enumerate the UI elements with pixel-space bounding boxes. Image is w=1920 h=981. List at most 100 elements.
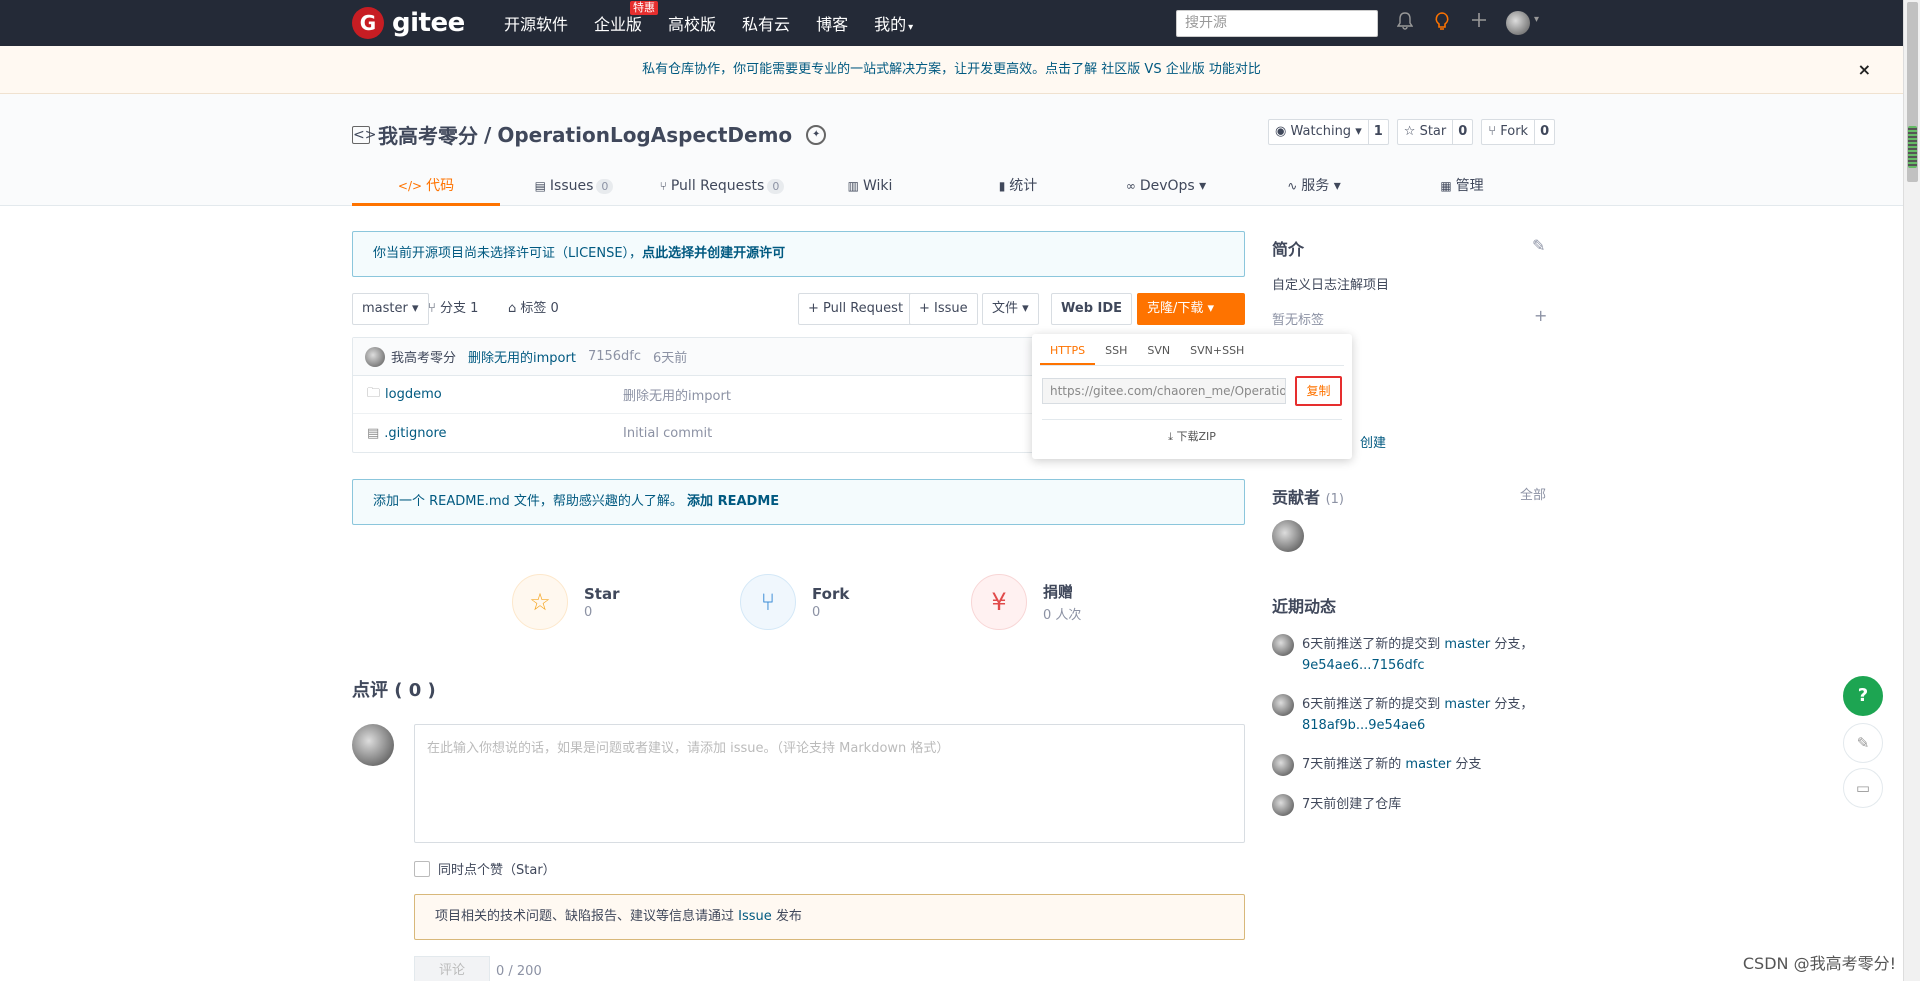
star-button[interactable]: ☆ Star 0: [1396, 119, 1474, 145]
branch-link[interactable]: master: [1405, 757, 1451, 772]
nav-mine[interactable]: 我的 ▾: [874, 11, 913, 35]
readme-notice: 添加一个 README.md 文件，帮助感兴趣的人了解。 添加 README: [352, 479, 1245, 525]
avatar[interactable]: [1272, 694, 1294, 716]
star-count[interactable]: 0: [1452, 120, 1472, 144]
add-tag-icon[interactable]: +: [1534, 306, 1547, 325]
watch-button[interactable]: ◉ Watching ▾ 1: [1268, 119, 1389, 145]
edit-icon[interactable]: ✎: [1532, 236, 1545, 255]
list-item: 7天前推送了新的 master 分支: [1272, 754, 1552, 776]
nav-blog[interactable]: 博客: [816, 11, 848, 35]
bulb-icon[interactable]: [1431, 12, 1453, 34]
nav-open-source[interactable]: 开源软件: [504, 11, 568, 35]
user-avatar[interactable]: [1506, 11, 1530, 35]
tab-issues[interactable]: ▤ Issues 0: [500, 166, 648, 206]
plus-icon[interactable]: [1468, 12, 1490, 34]
stat-value: 0 人次: [1043, 608, 1082, 623]
star-stat[interactable]: ☆ Star 0: [512, 574, 620, 630]
download-zip-link[interactable]: ⤓ 下载ZIP: [1042, 419, 1342, 454]
search-input[interactable]: 搜开源: [1176, 10, 1378, 37]
activity-text: 分支，: [1490, 637, 1534, 652]
issue-link[interactable]: Issue: [738, 909, 772, 924]
contributors-title: 贡献者 (1): [1272, 484, 1344, 508]
tab-wiki[interactable]: ▥ Wiki: [796, 166, 944, 206]
avatar[interactable]: [1272, 794, 1294, 816]
submit-comment-button[interactable]: 评论: [414, 956, 490, 981]
avatar[interactable]: [1272, 634, 1294, 656]
watch-count[interactable]: 1: [1367, 120, 1388, 144]
commit-hash[interactable]: 7156dfc: [588, 349, 641, 364]
branches-link[interactable]: ⑂ 分支 1: [428, 293, 478, 325]
copy-button[interactable]: 复制: [1295, 376, 1342, 406]
nav-private-cloud[interactable]: 私有云: [742, 11, 790, 35]
nav-enterprise[interactable]: 企业版 特惠: [594, 1, 659, 35]
tab-devops[interactable]: ∞ DevOps ▾: [1092, 166, 1240, 206]
avatar[interactable]: [365, 346, 385, 367]
new-issue-button[interactable]: + Issue: [909, 293, 978, 325]
file-name-link[interactable]: .gitignore: [384, 426, 446, 441]
donate-stat[interactable]: ¥ 捐赠 0 人次: [971, 574, 1081, 630]
file-commit-message[interactable]: Initial commit: [623, 426, 712, 441]
scroll-indicator: [1908, 126, 1917, 168]
branch-select[interactable]: master ▾: [352, 293, 429, 325]
avatar[interactable]: [1272, 754, 1294, 776]
create-license-link[interactable]: 点此选择并创建开源许可: [642, 246, 785, 261]
gitee-logo[interactable]: G gitee: [352, 7, 465, 39]
web-ide-button[interactable]: Web IDE: [1051, 293, 1133, 325]
close-icon[interactable]: ×: [1858, 46, 1871, 94]
branch-link[interactable]: master: [1444, 637, 1490, 652]
bell-icon[interactable]: [1394, 12, 1416, 34]
commit-message[interactable]: 删除无用的import: [468, 347, 576, 366]
tab-code-label: 代码: [426, 178, 455, 194]
file-commit-message[interactable]: 删除无用的import: [623, 385, 731, 404]
tab-manage[interactable]: ▦ 管理: [1388, 166, 1536, 206]
file-menu-button[interactable]: 文件 ▾: [982, 293, 1039, 325]
tab-https[interactable]: HTTPS: [1040, 334, 1096, 365]
chat-icon[interactable]: ▭: [1843, 768, 1883, 808]
tab-stats[interactable]: ▮ 统计: [944, 166, 1092, 206]
new-pull-request-button[interactable]: + Pull Request: [798, 293, 914, 325]
eye-icon: ◉: [1275, 124, 1291, 139]
branch-link[interactable]: master: [1444, 697, 1490, 712]
fork-count[interactable]: 0: [1534, 120, 1554, 144]
banner-text[interactable]: 私有仓库协作，你可能需要更专业的一站式解决方案，让开发更高效。点击了解 社区版 …: [642, 62, 1261, 77]
comment-textarea[interactable]: 在此输入你想说的话，如果是问题或者建议，请添加 issue。（评论支持 Mark…: [414, 724, 1245, 843]
fork-button[interactable]: ⑂ Fork 0: [1481, 119, 1556, 145]
tab-code[interactable]: </> 代码: [352, 166, 500, 206]
add-readme-link[interactable]: 添加 README: [687, 494, 779, 509]
nav-university[interactable]: 高校版: [668, 11, 716, 35]
top-nav: G gitee 开源软件 企业版 特惠 高校版 私有云 博客 我的 ▾ 搜开源 ▾: [0, 0, 1920, 46]
avatar[interactable]: [1272, 520, 1304, 552]
commit-author[interactable]: 我高考零分: [391, 347, 456, 366]
compare-link[interactable]: 818af9b...9e54ae6: [1302, 718, 1425, 733]
clone-url-input[interactable]: https://gitee.com/chaoren_me/OperationLo…: [1042, 378, 1286, 404]
project-owner-link[interactable]: 我高考零分: [378, 120, 478, 149]
tags-link[interactable]: ⌂ 标签 0: [508, 293, 559, 325]
file-name-link[interactable]: logdemo: [385, 387, 442, 402]
tab-svn[interactable]: SVN: [1137, 334, 1180, 365]
star-checkbox-row[interactable]: 同时点个赞（Star）: [414, 859, 556, 878]
fork-stat[interactable]: ⑂ Fork 0: [740, 574, 849, 630]
contributors-all-link[interactable]: 全部: [1520, 484, 1546, 503]
feedback-edit-icon[interactable]: ✎: [1843, 723, 1883, 763]
stat-value: 0: [584, 604, 593, 620]
clone-download-button[interactable]: 克隆/下载 ▾: [1137, 293, 1245, 325]
compare-link[interactable]: 9e54ae6...7156dfc: [1302, 658, 1425, 673]
project-name-link[interactable]: OperationLogAspectDemo: [497, 123, 792, 147]
commit-time: 6天前: [653, 351, 688, 366]
contributors-title-label: 贡献者: [1272, 488, 1321, 507]
create-link[interactable]: 创建: [1360, 432, 1386, 451]
star-icon: ☆: [1403, 124, 1420, 139]
help-button[interactable]: ?: [1843, 676, 1883, 716]
activity-text: 6天前推送了新的提交到: [1302, 637, 1445, 652]
tab-pull-requests[interactable]: ⑂ Pull Requests 0: [648, 166, 796, 206]
chevron-down-icon[interactable]: ▾: [1534, 14, 1539, 25]
avatar[interactable]: [352, 724, 394, 766]
stat-name: Star: [584, 584, 620, 603]
tab-services[interactable]: ∿ 服务 ▾: [1240, 166, 1388, 206]
star-checkbox[interactable]: [414, 860, 430, 877]
tab-svn-ssh[interactable]: SVN+SSH: [1180, 334, 1254, 365]
tab-ssh[interactable]: SSH: [1095, 334, 1137, 365]
branch-select-label: master: [362, 301, 408, 316]
chart-icon: ▮: [998, 179, 1006, 193]
vertical-scrollbar[interactable]: [1903, 0, 1920, 981]
